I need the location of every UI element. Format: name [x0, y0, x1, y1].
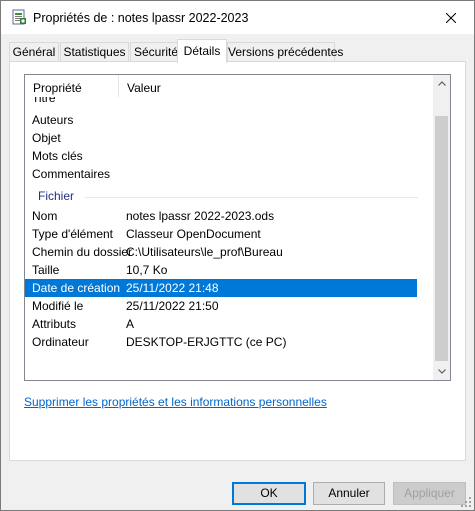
property-value: 10,7 Ko [126, 263, 168, 277]
property-value: DESKTOP-ERJGTTC (ce PC) [126, 335, 287, 349]
remove-properties-link[interactable]: Supprimer les propriétés et les informat… [24, 395, 327, 409]
property-value: 25/11/2022 21:50 [126, 299, 219, 313]
scroll-down-button[interactable] [433, 363, 450, 380]
property-value: 25/11/2022 21:48 [126, 281, 219, 295]
title-bar: Propriétés de : notes lpassr 2022-2023 [1, 1, 474, 34]
list-row[interactable]: Nom notes lpassr 2022-2023.ods [25, 207, 417, 225]
close-button[interactable] [428, 1, 474, 34]
property-name: Mots clés [32, 149, 83, 163]
property-value: notes lpassr 2022-2023.ods [126, 209, 275, 223]
property-name: Commentaires [32, 167, 111, 181]
scroll-thumb[interactable] [435, 116, 448, 361]
spreadsheet-file-icon [11, 9, 27, 25]
property-name: Type d'élément [32, 227, 114, 241]
column-header-property[interactable]: Propriété [33, 81, 82, 95]
property-name: Attributs [32, 317, 77, 331]
property-name: Modifié le [32, 299, 84, 313]
list-row-selected[interactable]: Date de création 25/11/2022 21:48 [25, 279, 417, 297]
list-row[interactable]: Attributs A [25, 315, 417, 333]
property-name: Ordinateur [32, 335, 89, 349]
group-divider [85, 197, 418, 198]
list-row[interactable]: Taille 10,7 Ko [25, 261, 417, 279]
scroll-up-button[interactable] [433, 75, 450, 92]
tab-statistiques[interactable]: Statistiques [60, 42, 129, 62]
window-title: Propriétés de : notes lpassr 2022-2023 [33, 11, 249, 25]
list-row[interactable]: Modifié le 25/11/2022 21:50 [25, 297, 417, 315]
property-name: Chemin du dossier [32, 245, 133, 259]
list-header: Propriété Valeur [25, 75, 430, 97]
list-row[interactable]: Chemin du dossier C:\Utilisateurs\le_pro… [25, 243, 417, 261]
list-row[interactable]: Mots clés [25, 147, 417, 165]
list-row[interactable]: Ordinateur DESKTOP-ERJGTTC (ce PC) [25, 333, 417, 351]
property-value: C:\Utilisateurs\le_prof\Bureau [126, 245, 283, 259]
properties-dialog: Propriétés de : notes lpassr 2022-2023 G… [0, 0, 475, 511]
apply-button[interactable]: Appliquer [393, 482, 466, 505]
cancel-button[interactable]: Annuler [313, 482, 385, 505]
tab-general[interactable]: Général [9, 42, 59, 62]
property-name: Taille [32, 263, 60, 277]
property-name: Auteurs [32, 113, 74, 127]
tab-details[interactable]: Détails [177, 39, 227, 63]
tab-versions-precedentes[interactable]: Versions précédentes [227, 42, 343, 62]
ok-button[interactable]: OK [232, 482, 306, 505]
column-header-value[interactable]: Valeur [127, 81, 161, 95]
property-name: Nom [32, 209, 58, 223]
chevron-down-icon [437, 369, 446, 374]
details-panel: Titre Auteurs Objet Mots clés Commentair… [9, 61, 466, 461]
close-icon [446, 12, 456, 23]
list-row[interactable]: Type d'élément Classeur OpenDocument [25, 225, 417, 243]
vertical-scrollbar[interactable] [433, 75, 450, 380]
list-row[interactable]: Commentaires [25, 165, 417, 183]
list-row[interactable]: Objet [25, 129, 417, 147]
properties-list[interactable]: Titre Auteurs Objet Mots clés Commentair… [24, 74, 451, 381]
property-name: Date de création [32, 281, 121, 295]
property-value: Classeur OpenDocument [126, 227, 261, 241]
chevron-up-icon [437, 81, 446, 86]
list-row[interactable]: Auteurs [25, 111, 417, 129]
column-divider[interactable] [118, 75, 119, 97]
group-header-fichier: Fichier [38, 189, 75, 203]
property-name: Objet [32, 131, 61, 145]
tab-securite[interactable]: Sécurité [130, 42, 182, 62]
property-value: A [126, 317, 135, 331]
resize-grip-icon[interactable] [460, 496, 472, 508]
